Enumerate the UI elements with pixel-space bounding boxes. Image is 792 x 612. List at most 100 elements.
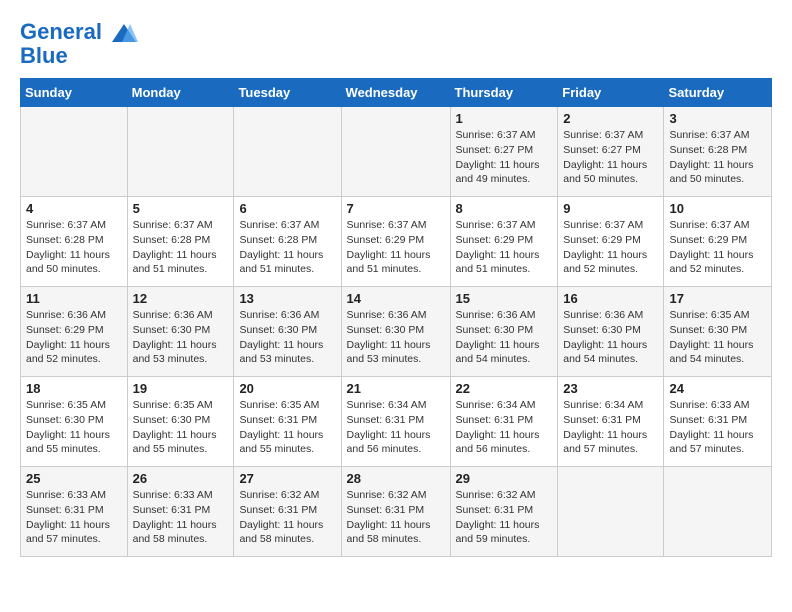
day-number: 10	[669, 201, 766, 216]
day-info: Sunrise: 6:35 AMSunset: 6:30 PMDaylight:…	[26, 398, 122, 457]
calendar-week-row: 1 Sunrise: 6:37 AMSunset: 6:27 PMDaylight…	[21, 107, 772, 197]
calendar-cell: 28 Sunrise: 6:32 AMSunset: 6:31 PMDayligh…	[341, 467, 450, 557]
day-number: 17	[669, 291, 766, 306]
calendar-cell: 27 Sunrise: 6:32 AMSunset: 6:31 PMDayligh…	[234, 467, 341, 557]
calendar-cell: 20 Sunrise: 6:35 AMSunset: 6:31 PMDayligh…	[234, 377, 341, 467]
calendar-cell: 5 Sunrise: 6:37 AMSunset: 6:28 PMDaylight…	[127, 197, 234, 287]
day-number: 22	[456, 381, 553, 396]
day-number: 15	[456, 291, 553, 306]
column-header-monday: Monday	[127, 79, 234, 107]
day-info: Sunrise: 6:37 AMSunset: 6:28 PMDaylight:…	[239, 218, 335, 277]
day-info: Sunrise: 6:32 AMSunset: 6:31 PMDaylight:…	[456, 488, 553, 547]
day-info: Sunrise: 6:33 AMSunset: 6:31 PMDaylight:…	[26, 488, 122, 547]
calendar-cell: 4 Sunrise: 6:37 AMSunset: 6:28 PMDaylight…	[21, 197, 128, 287]
day-number: 7	[347, 201, 445, 216]
day-info: Sunrise: 6:35 AMSunset: 6:31 PMDaylight:…	[239, 398, 335, 457]
calendar-cell	[341, 107, 450, 197]
day-info: Sunrise: 6:37 AMSunset: 6:27 PMDaylight:…	[563, 128, 658, 187]
logo-blue-text: Blue	[20, 44, 138, 68]
day-info: Sunrise: 6:37 AMSunset: 6:29 PMDaylight:…	[563, 218, 658, 277]
day-info: Sunrise: 6:36 AMSunset: 6:30 PMDaylight:…	[563, 308, 658, 367]
column-header-wednesday: Wednesday	[341, 79, 450, 107]
day-info: Sunrise: 6:36 AMSunset: 6:30 PMDaylight:…	[347, 308, 445, 367]
calendar-week-row: 25 Sunrise: 6:33 AMSunset: 6:31 PMDayligh…	[21, 467, 772, 557]
day-info: Sunrise: 6:37 AMSunset: 6:28 PMDaylight:…	[133, 218, 229, 277]
day-info: Sunrise: 6:34 AMSunset: 6:31 PMDaylight:…	[456, 398, 553, 457]
day-number: 8	[456, 201, 553, 216]
calendar-cell	[127, 107, 234, 197]
page-header: General Blue	[20, 20, 772, 68]
day-info: Sunrise: 6:32 AMSunset: 6:31 PMDaylight:…	[239, 488, 335, 547]
day-info: Sunrise: 6:33 AMSunset: 6:31 PMDaylight:…	[133, 488, 229, 547]
calendar-cell: 9 Sunrise: 6:37 AMSunset: 6:29 PMDaylight…	[558, 197, 664, 287]
column-header-saturday: Saturday	[664, 79, 772, 107]
day-info: Sunrise: 6:37 AMSunset: 6:28 PMDaylight:…	[669, 128, 766, 187]
day-info: Sunrise: 6:36 AMSunset: 6:30 PMDaylight:…	[239, 308, 335, 367]
calendar-cell: 25 Sunrise: 6:33 AMSunset: 6:31 PMDayligh…	[21, 467, 128, 557]
calendar-week-row: 18 Sunrise: 6:35 AMSunset: 6:30 PMDayligh…	[21, 377, 772, 467]
day-number: 5	[133, 201, 229, 216]
day-info: Sunrise: 6:35 AMSunset: 6:30 PMDaylight:…	[669, 308, 766, 367]
day-number: 24	[669, 381, 766, 396]
day-number: 12	[133, 291, 229, 306]
calendar-cell: 11 Sunrise: 6:36 AMSunset: 6:29 PMDayligh…	[21, 287, 128, 377]
day-info: Sunrise: 6:37 AMSunset: 6:27 PMDaylight:…	[456, 128, 553, 187]
calendar-cell: 12 Sunrise: 6:36 AMSunset: 6:30 PMDayligh…	[127, 287, 234, 377]
calendar-cell: 2 Sunrise: 6:37 AMSunset: 6:27 PMDaylight…	[558, 107, 664, 197]
day-number: 1	[456, 111, 553, 126]
day-number: 11	[26, 291, 122, 306]
day-info: Sunrise: 6:36 AMSunset: 6:29 PMDaylight:…	[26, 308, 122, 367]
calendar-week-row: 4 Sunrise: 6:37 AMSunset: 6:28 PMDaylight…	[21, 197, 772, 287]
calendar-cell: 22 Sunrise: 6:34 AMSunset: 6:31 PMDayligh…	[450, 377, 558, 467]
day-number: 28	[347, 471, 445, 486]
day-number: 20	[239, 381, 335, 396]
calendar-cell: 18 Sunrise: 6:35 AMSunset: 6:30 PMDayligh…	[21, 377, 128, 467]
calendar-table: SundayMondayTuesdayWednesdayThursdayFrid…	[20, 78, 772, 557]
calendar-cell: 13 Sunrise: 6:36 AMSunset: 6:30 PMDayligh…	[234, 287, 341, 377]
column-header-thursday: Thursday	[450, 79, 558, 107]
column-header-friday: Friday	[558, 79, 664, 107]
calendar-cell: 1 Sunrise: 6:37 AMSunset: 6:27 PMDaylight…	[450, 107, 558, 197]
day-number: 2	[563, 111, 658, 126]
day-number: 13	[239, 291, 335, 306]
day-info: Sunrise: 6:36 AMSunset: 6:30 PMDaylight:…	[133, 308, 229, 367]
logo-text: General	[20, 20, 138, 44]
day-info: Sunrise: 6:37 AMSunset: 6:28 PMDaylight:…	[26, 218, 122, 277]
column-header-sunday: Sunday	[21, 79, 128, 107]
calendar-cell: 23 Sunrise: 6:34 AMSunset: 6:31 PMDayligh…	[558, 377, 664, 467]
logo-icon	[110, 22, 138, 44]
calendar-cell: 6 Sunrise: 6:37 AMSunset: 6:28 PMDaylight…	[234, 197, 341, 287]
calendar-cell: 14 Sunrise: 6:36 AMSunset: 6:30 PMDayligh…	[341, 287, 450, 377]
calendar-header-row: SundayMondayTuesdayWednesdayThursdayFrid…	[21, 79, 772, 107]
calendar-cell: 7 Sunrise: 6:37 AMSunset: 6:29 PMDaylight…	[341, 197, 450, 287]
day-info: Sunrise: 6:32 AMSunset: 6:31 PMDaylight:…	[347, 488, 445, 547]
day-number: 4	[26, 201, 122, 216]
calendar-cell: 29Sunrise: 6:32 AMSunset: 6:31 PMDayligh…	[450, 467, 558, 557]
day-number: 23	[563, 381, 658, 396]
day-number: 27	[239, 471, 335, 486]
calendar-cell: 8 Sunrise: 6:37 AMSunset: 6:29 PMDaylight…	[450, 197, 558, 287]
logo: General Blue	[20, 20, 138, 68]
calendar-cell	[21, 107, 128, 197]
calendar-cell: 3Sunrise: 6:37 AMSunset: 6:28 PMDaylight…	[664, 107, 772, 197]
calendar-cell: 19Sunrise: 6:35 AMSunset: 6:30 PMDayligh…	[127, 377, 234, 467]
calendar-week-row: 11 Sunrise: 6:36 AMSunset: 6:29 PMDayligh…	[21, 287, 772, 377]
day-number: 26	[133, 471, 229, 486]
calendar-cell	[234, 107, 341, 197]
calendar-cell: 15Sunrise: 6:36 AMSunset: 6:30 PMDayligh…	[450, 287, 558, 377]
day-number: 9	[563, 201, 658, 216]
day-info: Sunrise: 6:33 AMSunset: 6:31 PMDaylight:…	[669, 398, 766, 457]
day-number: 18	[26, 381, 122, 396]
day-info: Sunrise: 6:37 AMSunset: 6:29 PMDaylight:…	[456, 218, 553, 277]
day-info: Sunrise: 6:34 AMSunset: 6:31 PMDaylight:…	[563, 398, 658, 457]
day-number: 19	[133, 381, 229, 396]
day-number: 14	[347, 291, 445, 306]
day-number: 21	[347, 381, 445, 396]
day-info: Sunrise: 6:34 AMSunset: 6:31 PMDaylight:…	[347, 398, 445, 457]
day-info: Sunrise: 6:37 AMSunset: 6:29 PMDaylight:…	[347, 218, 445, 277]
calendar-cell: 17 Sunrise: 6:35 AMSunset: 6:30 PMDayligh…	[664, 287, 772, 377]
calendar-cell: 21 Sunrise: 6:34 AMSunset: 6:31 PMDayligh…	[341, 377, 450, 467]
day-number: 16	[563, 291, 658, 306]
day-number: 25	[26, 471, 122, 486]
day-number: 6	[239, 201, 335, 216]
